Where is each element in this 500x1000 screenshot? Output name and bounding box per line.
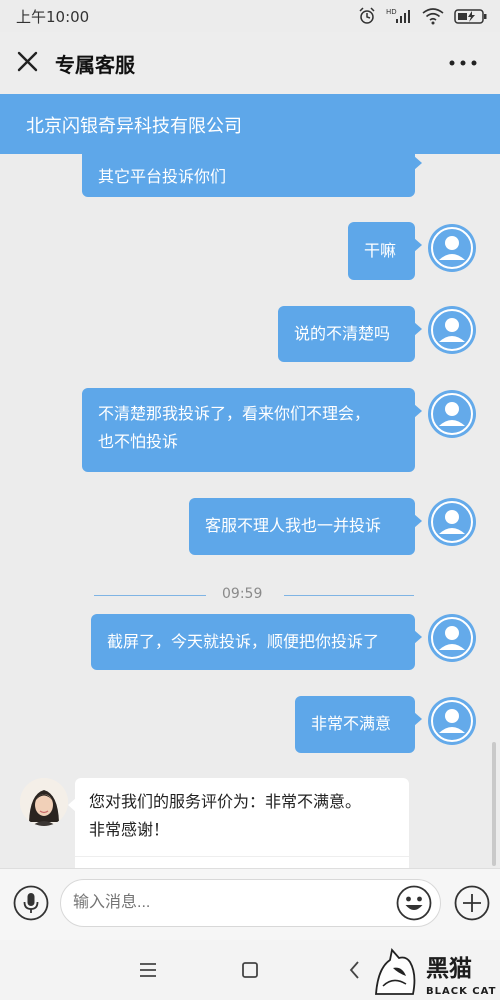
battery-icon: [454, 7, 488, 25]
voice-button[interactable]: [13, 885, 49, 921]
header: 专属客服: [0, 32, 500, 94]
user-avatar[interactable]: [428, 306, 476, 354]
more-button[interactable]: [448, 52, 478, 74]
chat-screen: 上午10:00 HD 专属客服 北京闪银奇异科技有限公司 其它平台投诉你们 干嘛…: [0, 0, 500, 1000]
status-time: 上午10:00: [16, 8, 90, 26]
user-avatar[interactable]: [428, 697, 476, 745]
plus-button[interactable]: [454, 885, 490, 921]
plus-icon: [454, 885, 490, 921]
user-avatar-icon: [429, 698, 475, 744]
watermark-cn-text: 黑猫: [426, 956, 472, 982]
message-bubble: 说的不清楚吗: [278, 306, 422, 362]
message-bubble: 截屏了，今天就投诉，顺便把你投诉了: [91, 614, 422, 670]
message-text: 其它平台投诉你们: [98, 167, 227, 186]
message-text: 干嘛: [364, 241, 397, 260]
message-bubble: 干嘛: [348, 222, 422, 280]
user-avatar[interactable]: [428, 614, 476, 662]
message-text: 非常不满意: [311, 714, 392, 733]
user-avatar-icon: [429, 615, 475, 661]
emoji-button[interactable]: [396, 885, 432, 921]
user-avatar-icon: [429, 391, 475, 437]
time-divider: 09:59: [0, 584, 500, 606]
menu-icon: [140, 963, 156, 977]
chat-scrollbar[interactable]: [492, 742, 496, 866]
message-bubble: 不清楚那我投诉了，看来你们不理会， 也不怕投诉: [82, 388, 422, 472]
status-icons: HD: [358, 7, 488, 25]
company-name: 北京闪银奇异科技有限公司: [26, 116, 242, 137]
close-icon: [17, 51, 38, 72]
back-icon: [349, 961, 359, 979]
message-text: 客服不理人我也一并投诉: [205, 516, 382, 535]
watermark-en-text: BLACK CAT: [426, 986, 496, 997]
home-button[interactable]: [238, 958, 262, 982]
message-text-line: 不清楚那我投诉了，看来你们不理会，: [98, 404, 371, 423]
user-avatar-icon: [429, 225, 475, 271]
agent-message-line: 非常感谢！: [89, 820, 170, 839]
bubble-divider: [75, 856, 409, 857]
alarm-icon: [358, 7, 376, 25]
more-icon: [449, 60, 477, 66]
divider-line: [94, 595, 206, 596]
user-avatar-icon: [429, 499, 475, 545]
timestamp: 09:59: [222, 586, 263, 602]
message-bubble: 客服不理人我也一并投诉: [189, 498, 422, 555]
home-icon: [242, 962, 258, 978]
chat-area[interactable]: 其它平台投诉你们 干嘛 说的不清楚吗 不清楚那我投诉了，看来你们不理会， 也不怕…: [0, 154, 500, 868]
message-bubble: 其它平台投诉你们: [82, 154, 422, 197]
user-avatar[interactable]: [428, 224, 476, 272]
cat-logo-icon: [375, 948, 416, 995]
close-button[interactable]: [14, 48, 42, 76]
status-bar: 上午10:00 HD: [0, 0, 500, 32]
svg-text:HD: HD: [386, 8, 397, 16]
agent-photo-icon: [20, 778, 68, 826]
message-bubble: 非常不满意: [295, 696, 422, 753]
back-button[interactable]: [343, 958, 367, 982]
message-text: 截屏了，今天就投诉，顺便把你投诉了: [107, 632, 380, 651]
agent-message-bubble: 您对我们的服务评价为：非常不满意。 非常感谢！: [68, 778, 409, 868]
input-bar: [0, 868, 500, 941]
company-banner: 北京闪银奇异科技有限公司: [0, 94, 500, 154]
mic-icon: [13, 885, 49, 921]
message-text-line: 也不怕投诉: [98, 432, 179, 451]
black-cat-watermark: 黑猫 BLACK CAT: [368, 946, 500, 1000]
message-text: 说的不清楚吗: [294, 324, 391, 343]
agent-message-line: 您对我们的服务评价为：非常不满意。: [89, 792, 362, 811]
user-avatar-icon: [429, 307, 475, 353]
wifi-icon: [422, 7, 444, 25]
signal-icon: HD: [386, 7, 412, 25]
divider-line: [284, 595, 414, 596]
user-avatar[interactable]: [428, 390, 476, 438]
user-avatar[interactable]: [428, 498, 476, 546]
agent-avatar[interactable]: [20, 778, 68, 826]
menu-button[interactable]: [136, 958, 160, 982]
page-title: 专属客服: [55, 53, 135, 77]
message-input[interactable]: [60, 879, 441, 927]
emoji-icon: [396, 885, 432, 921]
